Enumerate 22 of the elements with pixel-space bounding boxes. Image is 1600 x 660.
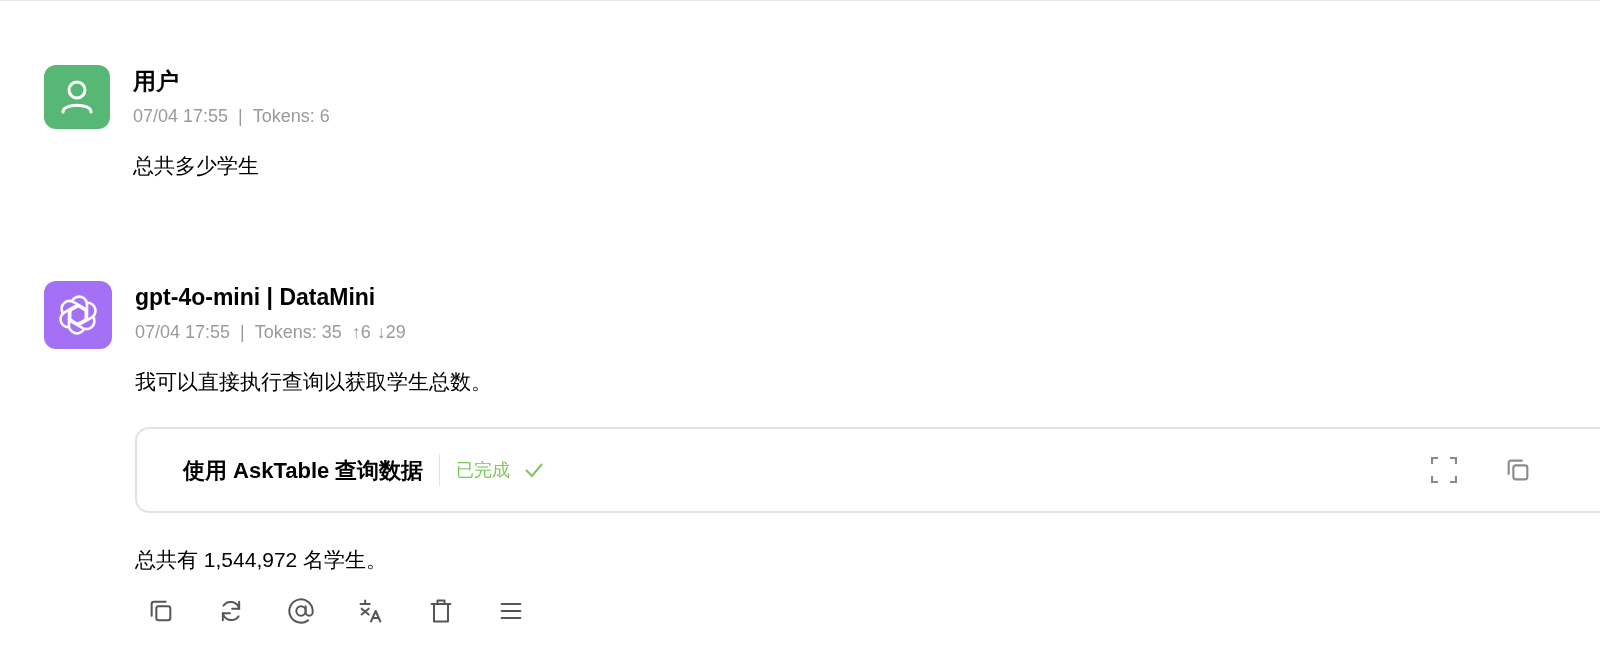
status-label: 已完成 <box>456 458 511 482</box>
message-time: 07/04 17:55 <box>133 105 229 127</box>
separator: | <box>238 105 243 127</box>
token-count: Tokens: 35 <box>254 321 342 343</box>
message-time: 07/04 17:55 <box>135 321 231 343</box>
check-icon <box>524 462 545 478</box>
separator: | <box>240 321 245 343</box>
message-text: 总共有 1,544,972 名学生。 <box>135 547 389 573</box>
expand-icon <box>1431 457 1457 483</box>
knot-logo-icon <box>56 293 100 337</box>
message-text: 我可以直接执行查询以获取学生总数。 <box>135 369 493 395</box>
at-sign-icon <box>287 597 315 625</box>
user-icon <box>60 79 94 115</box>
token-count: Tokens: 6 <box>252 105 330 127</box>
input-token-count: ↑6 <box>351 321 371 343</box>
at-sign-button[interactable] <box>285 595 317 627</box>
sender-name: 用户 <box>133 67 180 95</box>
sender-name: gpt-4o-mini | DataMini <box>135 283 377 311</box>
expand-button[interactable] <box>1429 455 1459 485</box>
message-text: 总共多少学生 <box>133 153 260 179</box>
tool-title: 使用 AskTable 查询数据 <box>183 456 424 485</box>
output-token-count: ↓29 <box>376 321 406 343</box>
